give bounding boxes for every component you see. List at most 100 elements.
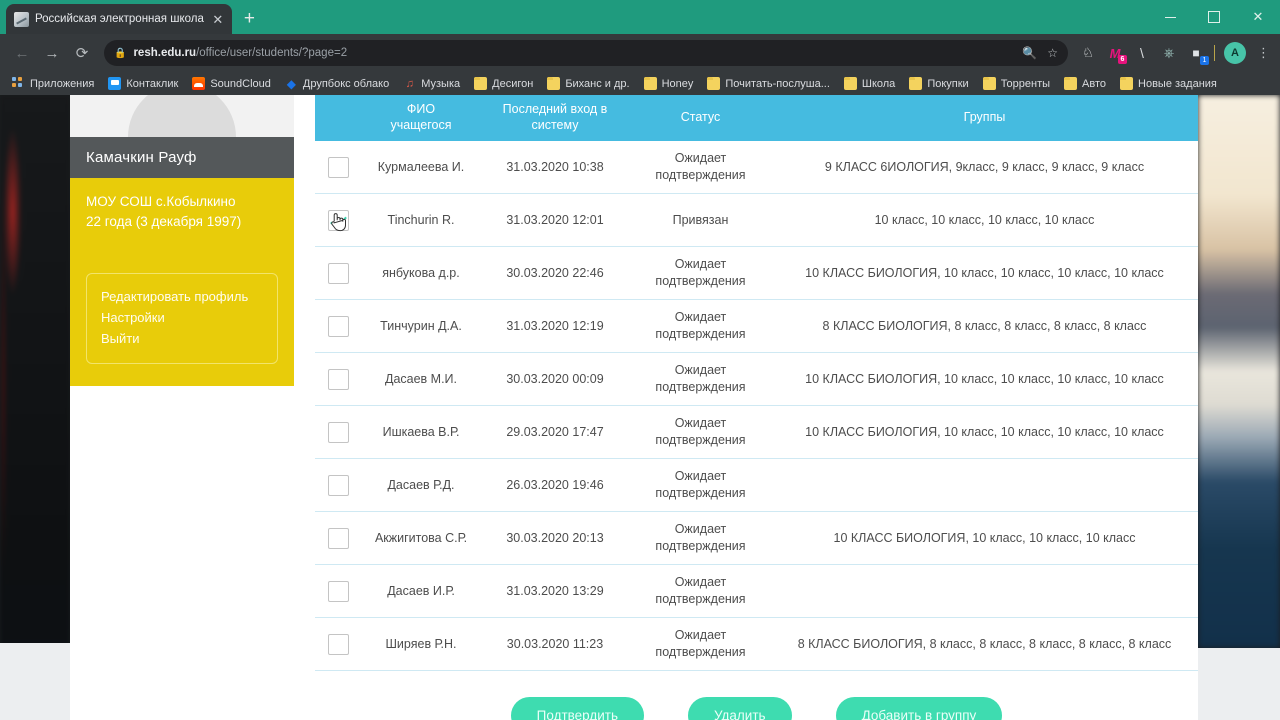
table-row: Дасаев И.Р. 31.03.2020 13:29 Ожидает подтв… (315, 565, 1198, 618)
window-controls: ✕ (1148, 0, 1280, 34)
cell-last-login-text: 30.03.2020 11:23 (506, 636, 604, 651)
url-path: /office/user/students/?page=2 (196, 47, 348, 59)
cell-name: Ишкаева В.Р. (362, 418, 480, 447)
bookmark-purchases[interactable]: Покупки (903, 74, 974, 94)
row-checkbox[interactable] (328, 527, 349, 549)
bookmark-kontaklik[interactable]: Контаклик (102, 74, 184, 94)
add-to-group-button[interactable]: Добавить в группу (835, 697, 1003, 720)
row-checkbox[interactable] (328, 156, 349, 178)
bookmark-label: Десигон (492, 77, 534, 90)
background-left-decor (0, 95, 70, 720)
cell-name-text: Курмалеева И. (377, 159, 465, 174)
cell-last-login-text: 29.03.2020 17:47 (506, 424, 604, 439)
cell-groups-text: 9 КЛАСС 6ИОЛОГИЯ, 9класс, 9 класс, 9 кла… (824, 159, 1145, 174)
close-window-icon[interactable]: ✕ (1236, 0, 1280, 34)
cell-name-text: Акжигитова С.Р. (374, 530, 468, 545)
bookmark-honey[interactable]: Honey (638, 74, 700, 94)
edit-profile-link[interactable]: Редактировать профиль (101, 286, 263, 307)
cell-status: Ожидает подтверждения (630, 621, 771, 667)
bookmark-behance[interactable]: Биханс и др. (541, 74, 635, 94)
settings-link[interactable]: Настройки (101, 307, 263, 328)
cell-status: Ожидает подтверждения (630, 515, 771, 561)
dropbox-icon: ◆ (286, 76, 296, 91)
folder-icon (474, 77, 488, 90)
row-checkbox[interactable] (328, 209, 349, 231)
row-checkbox[interactable] (328, 315, 349, 337)
header-last-login: Последний вход в систему (480, 102, 630, 133)
bookmark-label: Новые задания (1138, 77, 1217, 90)
drop-extension-icon[interactable]: ⎈ (1160, 44, 1178, 62)
bookmark-label: Друпбокс облако (302, 77, 390, 90)
bookmark-school[interactable]: Школа (838, 74, 901, 94)
slash-extension-icon[interactable]: \ (1133, 44, 1151, 62)
background-left-bottom (0, 643, 70, 720)
avatar[interactable] (70, 95, 294, 137)
pink-badge-extension-icon[interactable]: M (1106, 44, 1127, 64)
cell-groups: 10 КЛАСС БИОЛОГИЯ, 10 класс, 10 класс, 1… (771, 365, 1198, 394)
cell-groups: 8 КЛАСС БИОЛОГИЯ, 8 класс, 8 класс, 8 кл… (771, 312, 1198, 341)
bookmark-design[interactable]: Десигон (468, 74, 539, 94)
cart-extension-icon[interactable]: ♘ (1079, 44, 1097, 62)
row-checkbox[interactable] (328, 580, 349, 602)
cell-last-login-text: 31.03.2020 12:19 (506, 318, 604, 333)
bookmark-apps[interactable]: Приложения (6, 74, 100, 94)
cell-name: Дасаев Р.Д. (362, 471, 480, 500)
cell-name-text: Дасаев Р.Д. (387, 477, 455, 492)
forward-icon[interactable]: → (38, 39, 66, 67)
new-tab-button[interactable]: + (244, 9, 255, 28)
cell-name-text: Тинчурин Д.А. (380, 318, 462, 333)
header-login-line2: систему (531, 118, 579, 132)
folder-icon (547, 77, 561, 90)
minimize-window-icon[interactable] (1148, 0, 1192, 34)
header-groups: Группы (963, 110, 1006, 125)
address-bar[interactable]: 🔒 resh.edu.ru/office/user/students/?page… (104, 40, 1068, 66)
delete-button[interactable]: Удалить (688, 697, 792, 720)
cell-status: Ожидает подтверждения (630, 568, 771, 614)
bookmark-star-icon[interactable]: ☆ (1047, 46, 1058, 60)
cell-status-text: Ожидает подтверждения (655, 257, 746, 288)
cell-name: Акжигитова С.Р. (362, 524, 480, 553)
zoom-search-icon[interactable]: 🔍 (1022, 46, 1037, 60)
profile-avatar-button[interactable]: A (1224, 42, 1246, 64)
bookmark-dropbox[interactable]: ◆ Друпбокс облако (279, 74, 395, 94)
bookmark-music[interactable]: ♫ Музыка (397, 74, 466, 94)
row-checkbox[interactable] (328, 633, 349, 655)
cell-groups-text: 10 КЛАСС БИОЛОГИЯ, 10 класс, 10 класс, 1… (833, 530, 1136, 545)
logout-link[interactable]: Выйти (101, 328, 263, 349)
cell-status: Ожидает подтверждения (630, 356, 771, 402)
bookmark-auto[interactable]: Авто (1058, 74, 1112, 94)
confirm-button[interactable]: Подтвердить (510, 697, 645, 720)
cell-status: Ожидает подтверждения (630, 303, 771, 349)
row-checkbox-cell (315, 204, 362, 237)
cube-extension-icon[interactable]: ■ (1187, 44, 1209, 65)
back-icon[interactable]: ← (8, 39, 36, 67)
header-name-line1: ФИО (406, 102, 436, 117)
row-checkbox[interactable] (328, 421, 349, 443)
cell-status: Ожидает подтверждения (630, 144, 771, 190)
profile-name: Камачкин Рауф (70, 137, 294, 178)
bookmark-soundcloud[interactable]: SoundCloud (186, 74, 277, 94)
table-row: Дасаев Р.Д. 26.03.2020 19:46 Ожидает подтв… (315, 459, 1198, 512)
reload-icon[interactable]: ⟳ (68, 39, 96, 67)
background-right-decor (1198, 95, 1280, 648)
bookmark-torrents[interactable]: Торренты (977, 74, 1056, 94)
row-checkbox[interactable] (328, 474, 349, 496)
row-checkbox[interactable] (328, 368, 349, 390)
close-tab-icon[interactable]: ✕ (210, 13, 226, 26)
bookmark-new-tasks[interactable]: Новые задания (1114, 74, 1223, 94)
bookmark-read-listen[interactable]: Почитать-послуша... (701, 74, 835, 94)
maximize-window-icon[interactable] (1192, 0, 1236, 34)
cell-last-login: 31.03.2020 12:19 (480, 312, 630, 341)
row-checkbox[interactable] (328, 262, 349, 284)
cell-status-text: Ожидает подтверждения (655, 575, 746, 606)
profile-sidebar: Камачкин Рауф МОУ СОШ с.Кобылкино 22 год… (70, 95, 294, 720)
cell-name-text: Tinchurin R. (387, 212, 455, 227)
browser-menu-icon[interactable]: ⋮ (1255, 45, 1272, 61)
cell-name: Дасаев М.И. (362, 365, 480, 394)
bookmark-label: Honey (661, 77, 694, 90)
browser-tab-active[interactable]: Российская электронная школа ✕ (6, 4, 232, 34)
folder-icon (909, 77, 923, 90)
cell-status-text: Ожидает подтверждения (655, 522, 746, 553)
cell-last-login: 31.03.2020 13:29 (480, 577, 630, 606)
soundcloud-icon (192, 77, 206, 90)
